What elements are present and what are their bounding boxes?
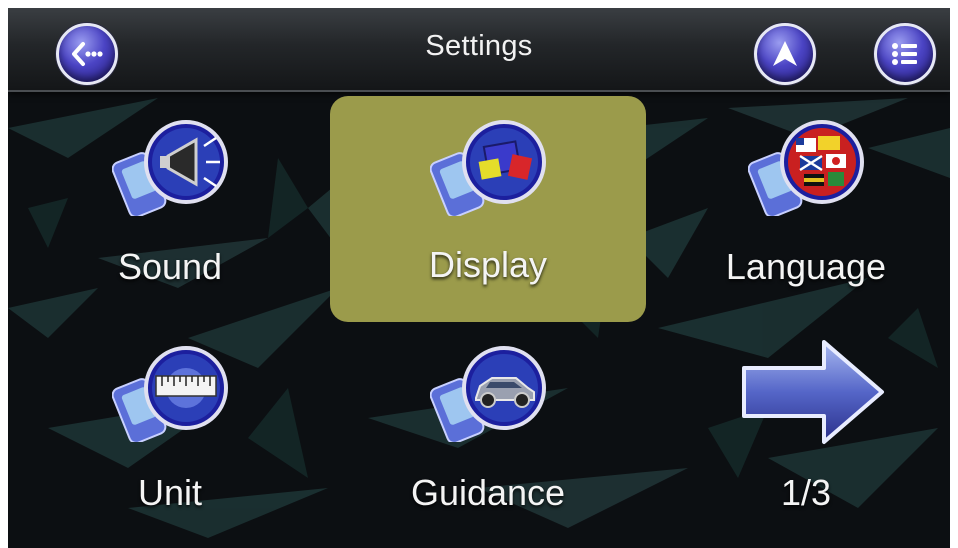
- navigate-button[interactable]: [754, 23, 816, 85]
- menu-item-label: Guidance: [410, 472, 566, 513]
- settings-screen: Settings Sound Display Language Unit Gui…: [8, 8, 950, 548]
- menu-list-icon: [892, 43, 917, 65]
- menu-item-label: Unit: [137, 472, 203, 513]
- menu-item-display[interactable]: Display: [330, 96, 646, 322]
- menu-item-label: Language: [725, 246, 887, 287]
- menu-item-label: Sound: [117, 246, 223, 287]
- menu-button[interactable]: [874, 23, 936, 85]
- header-bar: Settings: [8, 8, 950, 92]
- navigation-arrow-icon: [773, 41, 797, 66]
- display-colors-icon: [430, 120, 546, 216]
- page-indicator: 1/3: [780, 472, 832, 513]
- language-flags-icon: [748, 120, 864, 216]
- guidance-car-icon: [430, 346, 546, 442]
- sound-speaker-icon: [112, 120, 228, 216]
- menu-item-sound[interactable]: Sound: [12, 96, 328, 322]
- menu-item-label: Display: [428, 244, 548, 285]
- next-page-arrow-icon: [742, 340, 884, 444]
- menu-item-language[interactable]: Language: [648, 96, 950, 322]
- menu-item-unit[interactable]: Unit: [12, 322, 328, 548]
- unit-ruler-icon: [112, 346, 228, 442]
- next-page-button[interactable]: 1/3: [648, 322, 950, 548]
- menu-item-guidance[interactable]: Guidance: [330, 322, 646, 548]
